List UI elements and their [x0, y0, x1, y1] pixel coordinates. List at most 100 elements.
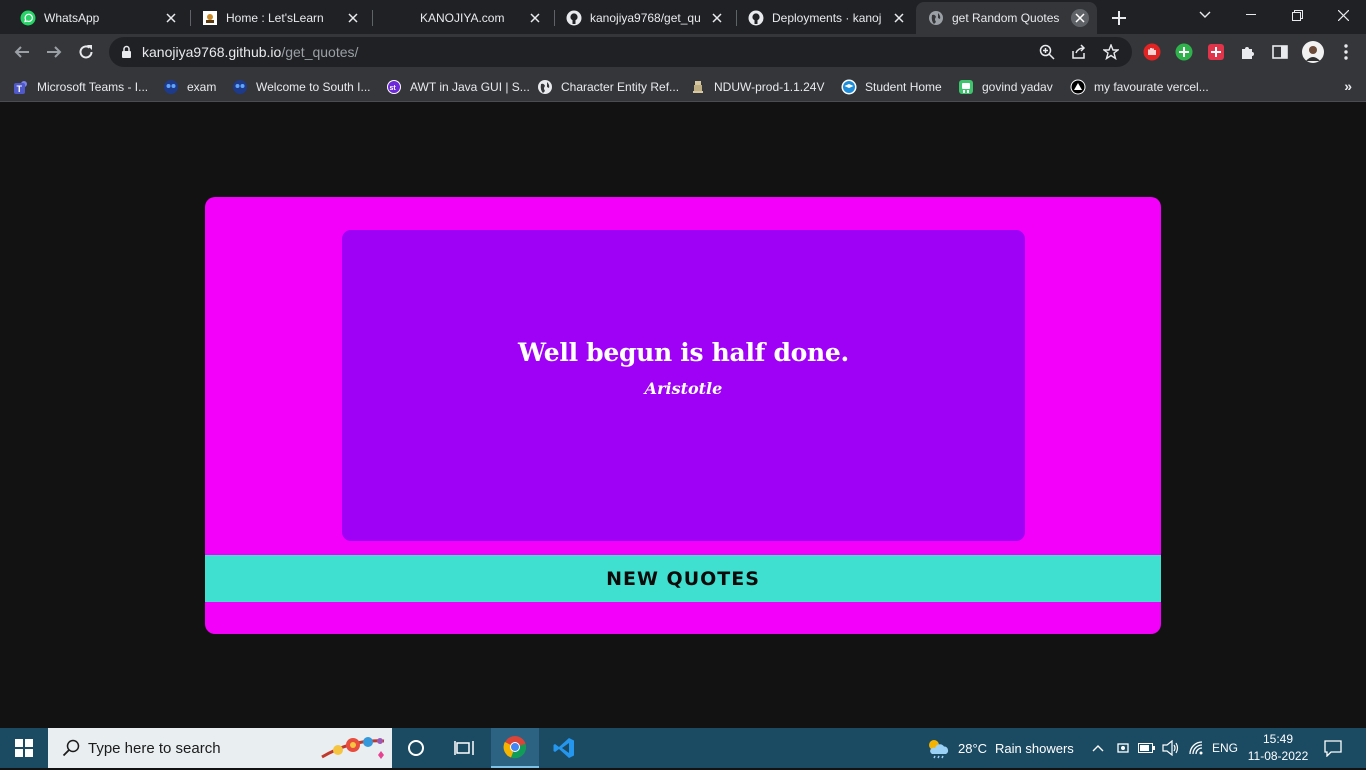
notification-center-button[interactable] [1318, 728, 1348, 768]
bookmark-govind-yadav[interactable]: govind yadav [958, 76, 1053, 98]
student-icon [841, 79, 857, 95]
side-panel-icon[interactable] [1270, 42, 1290, 62]
wifi-icon[interactable] [1188, 728, 1204, 768]
emblem-icon [690, 79, 706, 95]
arrow-right-icon [47, 46, 62, 58]
task-view-icon [454, 741, 474, 755]
arrow-left-icon [14, 46, 29, 58]
url-text[interactable]: kanojiya9768.github.io/get_quotes/ [142, 44, 358, 60]
show-hidden-icons-button[interactable] [1092, 728, 1104, 768]
taskbar-clock[interactable]: 15:49 11-08-2022 [1242, 731, 1314, 765]
language-indicator[interactable]: ENG [1212, 728, 1238, 768]
weather-description: Rain showers [995, 740, 1074, 756]
bookmark-label: AWT in Java GUI | S... [410, 80, 530, 94]
forward-button[interactable] [41, 39, 67, 65]
new-tab-button[interactable] [1108, 7, 1130, 29]
close-icon [1337, 9, 1349, 21]
bookmark-exam[interactable]: exam [163, 76, 216, 98]
bookmark-label: Welcome to South I... [256, 80, 371, 94]
share-icon[interactable] [1070, 43, 1088, 61]
cortana-circle-icon [408, 740, 424, 756]
cortana-button[interactable] [392, 728, 440, 768]
zoom-icon[interactable] [1038, 43, 1056, 61]
tab-deployments[interactable]: Deployments · kanojiy [736, 2, 916, 34]
close-tab-icon[interactable] [344, 9, 362, 27]
bookmark-awt-java[interactable]: st AWT in Java GUI | S... [386, 76, 530, 98]
vscode-icon [553, 738, 574, 758]
bookmark-label: Student Home [865, 80, 942, 94]
lock-icon[interactable] [121, 45, 132, 64]
reload-button[interactable] [73, 39, 99, 65]
extension-red-icon[interactable] [1206, 42, 1226, 62]
meet-now-icon[interactable] [1116, 728, 1130, 768]
url-host: kanojiya9768.github.io [142, 44, 282, 60]
minimize-button[interactable] [1228, 0, 1274, 30]
close-tab-icon[interactable] [890, 9, 908, 27]
close-window-button[interactable] [1320, 0, 1366, 30]
taskbar-vscode[interactable] [540, 728, 588, 768]
chevron-up-icon [1092, 745, 1104, 752]
reload-icon [79, 45, 93, 59]
bookmark-student-home[interactable]: Student Home [841, 76, 942, 98]
weather-widget[interactable]: 28°C Rain showers [926, 728, 1074, 768]
close-tab-icon[interactable] [162, 9, 180, 27]
quote-box: Well begun is half done. Aristotle [342, 230, 1025, 541]
tab-get-random-quotes[interactable]: get Random Quotes [916, 2, 1097, 34]
bookmark-nduw[interactable]: NDUW-prod-1.1.24V [690, 76, 824, 98]
windows-taskbar: Type here to search 28°C Rain showers EN… [0, 728, 1366, 768]
close-tab-icon[interactable] [1071, 9, 1089, 27]
notification-icon [1324, 739, 1342, 757]
restore-icon [1291, 9, 1303, 21]
close-tab-icon[interactable] [708, 9, 726, 27]
tab-whatsapp[interactable]: WhatsApp [8, 2, 188, 34]
new-quotes-label: NEW QUOTES [606, 567, 760, 590]
search-icon [62, 739, 80, 757]
extension-stop-icon[interactable] [1142, 42, 1162, 62]
extensions-puzzle-icon[interactable] [1238, 42, 1258, 62]
bookmark-label: govind yadav [982, 80, 1053, 94]
weather-temp: 28°C [958, 740, 988, 756]
tab-search-button[interactable] [1182, 0, 1228, 30]
chrome-menu-button[interactable] [1336, 42, 1356, 62]
bookmarks-overflow-icon[interactable]: » [1344, 78, 1352, 94]
globe-icon [537, 79, 553, 95]
tab-letslearn[interactable]: Home : Let'sLearn [190, 2, 370, 34]
tab-title: get Random Quotes [952, 11, 1060, 25]
quote-card: Well begun is half done. Aristotle NEW Q… [205, 197, 1161, 634]
new-quotes-button[interactable]: NEW QUOTES [205, 555, 1161, 602]
bookmark-star-icon[interactable] [1102, 43, 1120, 61]
back-button[interactable] [9, 39, 35, 65]
bookmark-welcome-south[interactable]: Welcome to South I... [232, 76, 371, 98]
tab-github-repo[interactable]: kanojiya9768/get_quo [554, 2, 734, 34]
taskbar-search-box[interactable]: Type here to search [48, 728, 392, 768]
chevron-down-icon [1199, 11, 1211, 18]
battery-icon[interactable] [1138, 728, 1156, 768]
letslearn-icon [202, 10, 218, 26]
owl-icon [232, 79, 248, 95]
taskbar-chrome[interactable] [491, 728, 539, 768]
close-tab-icon[interactable] [526, 9, 544, 27]
svg-text:T: T [17, 84, 23, 94]
tab-title: kanojiya9768/get_quo [590, 11, 700, 25]
tab-kanojiya[interactable]: KANOJIYA.com [372, 2, 552, 34]
profile-avatar[interactable] [1302, 41, 1324, 63]
extension-plus-icon[interactable] [1174, 42, 1194, 62]
restore-button[interactable] [1274, 0, 1320, 30]
bookmark-microsoft-teams[interactable]: T Microsoft Teams - I... [13, 76, 148, 98]
start-button[interactable] [0, 728, 48, 768]
quote-text: Well begun is half done. [518, 337, 849, 367]
clock-time: 15:49 [1262, 732, 1294, 746]
plus-icon [1112, 11, 1126, 25]
bookmark-character-entity[interactable]: Character Entity Ref... [537, 76, 679, 98]
bookmark-vercel[interactable]: my favourate vercel... [1070, 76, 1209, 98]
minimize-icon [1246, 14, 1256, 15]
language-label: ENG [1212, 741, 1239, 755]
github-icon [748, 10, 764, 26]
globe-icon [928, 10, 944, 26]
task-view-button[interactable] [440, 728, 488, 768]
whatsapp-icon [20, 10, 36, 26]
volume-icon[interactable] [1162, 728, 1180, 768]
bookmark-label: Character Entity Ref... [561, 80, 680, 94]
tab-title: Deployments · kanojiy [772, 11, 882, 25]
address-bar[interactable]: kanojiya9768.github.io/get_quotes/ [109, 37, 1132, 67]
